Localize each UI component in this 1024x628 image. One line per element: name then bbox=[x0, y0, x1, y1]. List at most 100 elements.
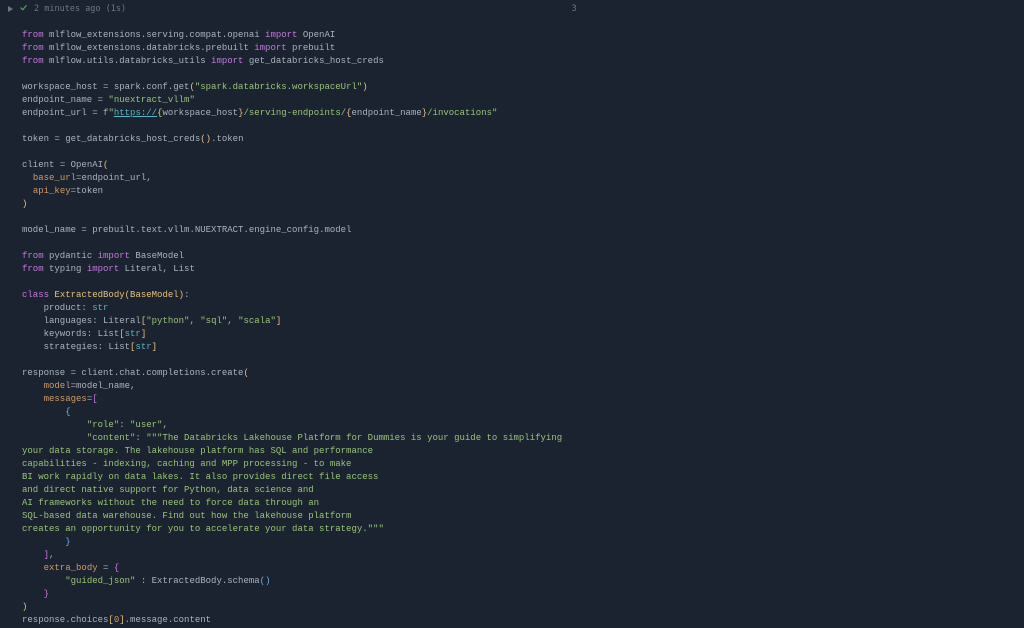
code-token: } bbox=[44, 589, 49, 599]
code-token: workspace_host bbox=[22, 82, 103, 92]
code-line: } bbox=[22, 589, 49, 599]
code-line: SQL-based data warehouse. Find out how t… bbox=[22, 511, 351, 521]
code-token bbox=[22, 173, 33, 183]
code-line: base_url=endpoint_url, bbox=[22, 173, 152, 183]
code-token: ] bbox=[276, 316, 281, 326]
code-token: from bbox=[22, 264, 44, 274]
code-token: token bbox=[76, 186, 103, 196]
code-token: endpoint_name bbox=[22, 95, 98, 105]
code-token: /serving-endpoints/ bbox=[244, 108, 347, 118]
code-token: from bbox=[22, 251, 44, 261]
code-editor[interactable]: from mlflow_extensions.serving.compat.op… bbox=[0, 27, 1024, 628]
code-line: product: str bbox=[22, 303, 108, 313]
code-line: model=model_name, bbox=[22, 381, 135, 391]
code-token: .token bbox=[211, 134, 243, 144]
code-token: SQL-based data warehouse. Find out how t… bbox=[22, 511, 351, 521]
code-token bbox=[22, 576, 65, 586]
run-cell-icon[interactable] bbox=[8, 6, 13, 12]
code-token: AI frameworks without the need to force … bbox=[22, 498, 319, 508]
code-token: : ExtractedBody.schema bbox=[135, 576, 259, 586]
code-token: mlflow_extensions.databricks.prebuilt bbox=[44, 43, 255, 53]
code-token: keywords: List bbox=[22, 329, 119, 339]
code-token: endpoint_url, bbox=[81, 173, 151, 183]
code-token: languages: Literal bbox=[22, 316, 141, 326]
code-token: , bbox=[189, 316, 200, 326]
code-token: """The Databricks Lakehouse Platform for… bbox=[146, 433, 562, 443]
code-token: ) bbox=[22, 199, 27, 209]
code-token: OpenAI bbox=[65, 160, 103, 170]
code-line: ) bbox=[22, 602, 27, 612]
code-token: import bbox=[98, 251, 130, 261]
code-token: () bbox=[200, 134, 211, 144]
code-line: languages: Literal["python", "sql", "sca… bbox=[22, 316, 281, 326]
code-token: BaseModel bbox=[130, 251, 184, 261]
code-token: ExtractedBody bbox=[54, 290, 124, 300]
code-line: from mlflow_extensions.databricks.prebui… bbox=[22, 43, 335, 53]
code-line: creates an opportunity for you to accele… bbox=[22, 524, 384, 534]
code-token: token bbox=[22, 134, 54, 144]
code-token bbox=[22, 563, 44, 573]
code-token: [ bbox=[92, 394, 97, 404]
code-token: } bbox=[65, 537, 70, 547]
code-token: workspace_host bbox=[162, 108, 238, 118]
code-token: get_databricks_host_creds bbox=[243, 56, 383, 66]
code-token: "nuextract_vllm" bbox=[103, 95, 195, 105]
code-token: creates an opportunity for you to accele… bbox=[22, 524, 384, 534]
code-token: , bbox=[227, 316, 238, 326]
code-token: client bbox=[22, 160, 60, 170]
code-line: and direct native support for Python, da… bbox=[22, 485, 314, 495]
code-line: BI work rapidly on data lakes. It also p… bbox=[22, 472, 378, 482]
code-token: base_url bbox=[33, 173, 76, 183]
code-token: extra_body bbox=[44, 563, 98, 573]
code-token: : bbox=[135, 433, 146, 443]
code-token: ) bbox=[22, 602, 27, 612]
code-token bbox=[22, 589, 44, 599]
code-token: messages bbox=[44, 394, 87, 404]
code-token: str bbox=[125, 329, 141, 339]
code-token: import bbox=[87, 264, 119, 274]
code-line: workspace_host = spark.conf.get("spark.d… bbox=[22, 82, 368, 92]
code-line: "guided_json" : ExtractedBody.schema() bbox=[22, 576, 270, 586]
code-token: and direct native support for Python, da… bbox=[22, 485, 314, 495]
code-line: ], bbox=[22, 550, 54, 560]
code-line: from mlflow.utils.databricks_utils impor… bbox=[22, 56, 384, 66]
code-line: endpoint_name = "nuextract_vllm" bbox=[22, 95, 195, 105]
code-line: messages=[ bbox=[22, 394, 98, 404]
code-line: endpoint_url = f"https://{workspace_host… bbox=[22, 108, 497, 118]
code-token: { bbox=[65, 407, 70, 417]
code-token bbox=[22, 433, 87, 443]
code-token: your data storage. The lakehouse platfor… bbox=[22, 446, 373, 456]
code-line: AI frameworks without the need to force … bbox=[22, 498, 319, 508]
code-token: { bbox=[114, 563, 119, 573]
code-token: spark.conf.get bbox=[108, 82, 189, 92]
code-token bbox=[22, 420, 87, 430]
code-token: from bbox=[22, 30, 44, 40]
code-line: keywords: List[str] bbox=[22, 329, 146, 339]
code-line: response = client.chat.completions.creat… bbox=[22, 368, 249, 378]
code-token: ] bbox=[141, 329, 146, 339]
cell-exec-count: 3 bbox=[572, 4, 577, 14]
code-token: https:// bbox=[114, 108, 157, 118]
code-token: model_name, bbox=[76, 381, 135, 391]
code-token: "guided_json" bbox=[65, 576, 135, 586]
code-token: "content" bbox=[87, 433, 136, 443]
code-token bbox=[22, 407, 65, 417]
status-check-icon bbox=[19, 3, 28, 15]
code-line: api_key=token bbox=[22, 186, 103, 196]
code-token: model_name bbox=[22, 225, 81, 235]
code-token: ( bbox=[243, 368, 248, 378]
code-token bbox=[22, 537, 65, 547]
code-line: from typing import Literal, List bbox=[22, 264, 195, 274]
code-token: , bbox=[162, 420, 167, 430]
code-token: str bbox=[92, 303, 108, 313]
code-token: pydantic bbox=[44, 251, 98, 261]
code-line: strategies: List[str] bbox=[22, 342, 157, 352]
code-token: "role" bbox=[87, 420, 119, 430]
code-token: endpoint_url bbox=[22, 108, 92, 118]
code-token: response.choices bbox=[22, 615, 108, 625]
code-token: get_databricks_host_creds bbox=[60, 134, 200, 144]
code-token: Literal, List bbox=[119, 264, 195, 274]
code-line: capabilities - indexing, caching and MPP… bbox=[22, 459, 351, 469]
code-token: mlflow.utils.databricks_utils bbox=[44, 56, 211, 66]
code-line: "content": """The Databricks Lakehouse P… bbox=[22, 433, 562, 443]
